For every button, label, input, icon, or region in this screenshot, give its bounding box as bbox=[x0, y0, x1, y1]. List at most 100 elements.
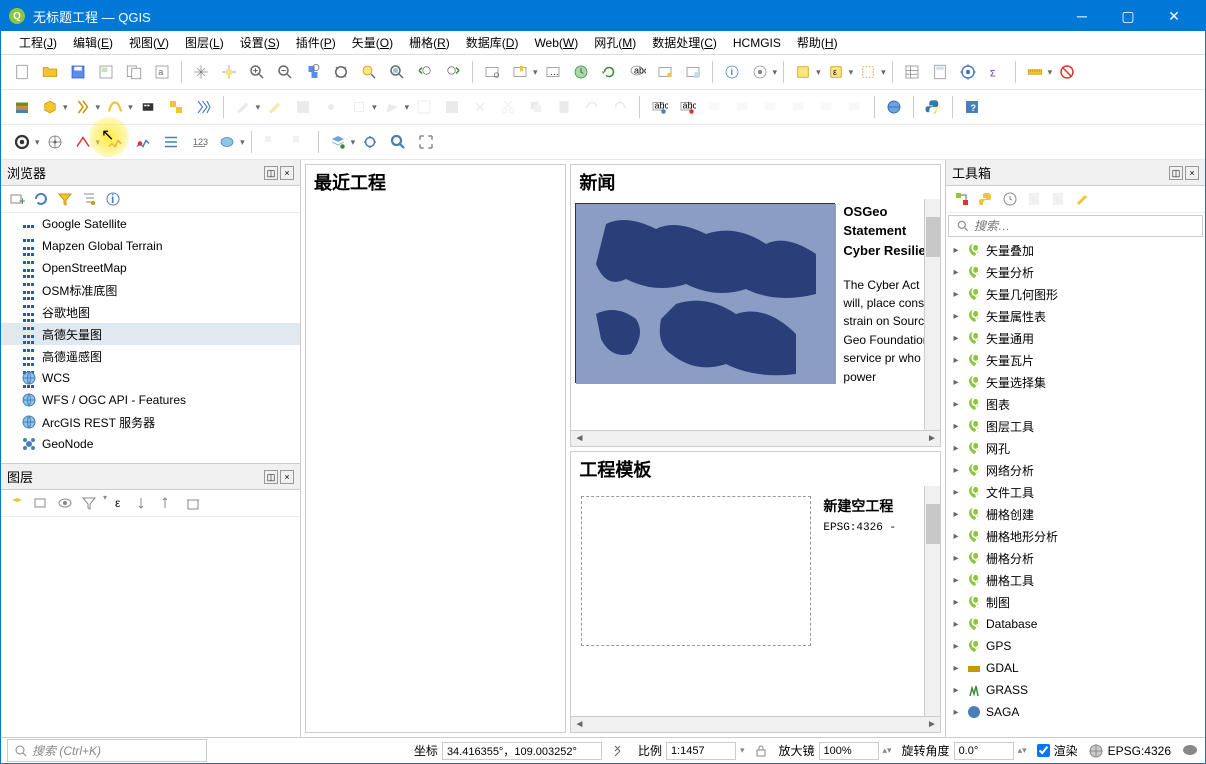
layout-manager-button[interactable] bbox=[121, 59, 147, 85]
new-print-layout-button[interactable] bbox=[93, 59, 119, 85]
delete-selected-button[interactable] bbox=[467, 94, 493, 120]
processing-toolbox-button[interactable] bbox=[955, 59, 981, 85]
rotate-label-button[interactable] bbox=[814, 94, 840, 120]
toolbox-item[interactable]: ▸Q图层工具 bbox=[946, 415, 1205, 437]
new-bookmark-button[interactable] bbox=[507, 59, 533, 85]
toolbox-undock-button[interactable]: ◫ bbox=[1169, 166, 1183, 180]
toolbox-item[interactable]: ▸Q网络分析 bbox=[946, 459, 1205, 481]
offset-button[interactable] bbox=[158, 129, 184, 155]
identify-button[interactable]: i bbox=[719, 59, 745, 85]
undo-button[interactable] bbox=[579, 94, 605, 120]
menu-插件p[interactable]: 插件(P) bbox=[288, 31, 344, 54]
toolbox-model-icon[interactable] bbox=[952, 189, 972, 209]
no-action-button[interactable] bbox=[1054, 59, 1080, 85]
browser-item[interactable]: ArcGIS REST 服务器 bbox=[1, 411, 300, 433]
filter-browser-icon[interactable] bbox=[55, 189, 75, 209]
toolbox-item[interactable]: ▸GRASS bbox=[946, 679, 1205, 701]
templates-scrollbar[interactable] bbox=[924, 486, 940, 717]
current-edits-button[interactable] bbox=[230, 94, 256, 120]
collapse-all-icon[interactable] bbox=[79, 189, 99, 209]
menu-矢量o[interactable]: 矢量(O) bbox=[344, 31, 401, 54]
deselect-button[interactable] bbox=[855, 59, 881, 85]
digitize-shape-button[interactable] bbox=[9, 129, 35, 155]
attribute-table-button[interactable] bbox=[899, 59, 925, 85]
toolbox-tree[interactable]: ▸Q矢量叠加▸Q矢量分析▸Q矢量几何图形▸Q矢量属性表▸Q矢量通用▸Q矢量瓦片▸… bbox=[946, 239, 1205, 737]
measure-line-button[interactable]: 123 bbox=[186, 129, 212, 155]
toolbox-item[interactable]: ▸Q文件工具 bbox=[946, 481, 1205, 503]
menu-数据库d[interactable]: 数据库(D) bbox=[458, 31, 527, 54]
filter-legend-icon[interactable] bbox=[79, 493, 99, 513]
toolbox-close-button[interactable]: × bbox=[1185, 166, 1199, 180]
new-map-view-button[interactable] bbox=[479, 59, 505, 85]
minimize-button[interactable]: ─ bbox=[1059, 1, 1105, 31]
magnifier-input[interactable] bbox=[819, 742, 879, 760]
browser-item[interactable]: Google Satellite bbox=[1, 213, 300, 235]
toolbox-results-icon[interactable] bbox=[1024, 189, 1044, 209]
show-bookmarks-button[interactable] bbox=[680, 59, 706, 85]
save-button[interactable] bbox=[65, 59, 91, 85]
manage-visibility-icon[interactable] bbox=[55, 493, 75, 513]
new-shapefile-button[interactable] bbox=[70, 94, 96, 120]
menu-编辑e[interactable]: 编辑(E) bbox=[65, 31, 121, 54]
new-virtual-layer-button[interactable] bbox=[163, 94, 189, 120]
browser-item[interactable]: WCS bbox=[1, 367, 300, 389]
temporal-button[interactable] bbox=[568, 59, 594, 85]
zoom-in-button[interactable] bbox=[244, 59, 270, 85]
action-button[interactable] bbox=[747, 59, 773, 85]
zoom-last-button[interactable] bbox=[412, 59, 438, 85]
toolbox-item[interactable]: ▸Q矢量属性表 bbox=[946, 305, 1205, 327]
template-new-title[interactable]: 新建空工程 bbox=[817, 490, 902, 522]
toolbox-item[interactable]: ▸Q矢量分析 bbox=[946, 261, 1205, 283]
select-by-value-button[interactable]: ε bbox=[823, 59, 849, 85]
toolbox-options-icon[interactable] bbox=[1048, 189, 1068, 209]
toolbox-item[interactable]: ▸Q矢量选择集 bbox=[946, 371, 1205, 393]
expression-filter-icon[interactable]: ε bbox=[111, 493, 131, 513]
news-scroll-h[interactable]: ◄► bbox=[571, 430, 940, 446]
toggle-editing-button[interactable] bbox=[262, 94, 288, 120]
layers-tree[interactable] bbox=[1, 517, 300, 737]
browser-item[interactable]: 高德遥感图 bbox=[1, 345, 300, 367]
bookmarks-button[interactable]: … bbox=[540, 59, 566, 85]
toolbox-item[interactable]: ▸Q图表 bbox=[946, 393, 1205, 415]
layer-style-icon[interactable] bbox=[7, 493, 27, 513]
toolbox-item[interactable]: ▸Q栅格工具 bbox=[946, 569, 1205, 591]
menu-工程j[interactable]: 工程(J) bbox=[11, 31, 65, 54]
toolbox-item[interactable]: ▸Q栅格创建 bbox=[946, 503, 1205, 525]
lock-icon[interactable] bbox=[754, 744, 768, 758]
move-label-button[interactable] bbox=[786, 94, 812, 120]
menu-视图v[interactable]: 视图(V) bbox=[121, 31, 177, 54]
browser-item[interactable]: 高德矢量图 bbox=[1, 323, 300, 345]
vertex-tool-button[interactable] bbox=[411, 94, 437, 120]
close-button[interactable]: ✕ bbox=[1151, 1, 1197, 31]
expand-all-icon[interactable] bbox=[135, 493, 155, 513]
topology-button[interactable] bbox=[258, 129, 284, 155]
copy-button[interactable] bbox=[523, 94, 549, 120]
toolbox-item[interactable]: ▸Q栅格地形分析 bbox=[946, 525, 1205, 547]
new-mesh-button[interactable] bbox=[191, 94, 217, 120]
add-feature-button[interactable] bbox=[318, 94, 344, 120]
zoom-native-button[interactable] bbox=[300, 59, 326, 85]
rotation-input[interactable] bbox=[954, 742, 1014, 760]
change-label-button[interactable] bbox=[842, 94, 868, 120]
zoom-full-button[interactable] bbox=[328, 59, 354, 85]
remove-layer-icon[interactable] bbox=[183, 493, 203, 513]
toolbox-item[interactable]: ▸Q网孔 bbox=[946, 437, 1205, 459]
toolbox-item[interactable]: ▸QDatabase bbox=[946, 613, 1205, 635]
crs-button[interactable]: EPSG:4326 bbox=[1088, 743, 1171, 759]
metasearch-button[interactable] bbox=[881, 94, 907, 120]
toolbox-item[interactable]: ▸GDAL bbox=[946, 657, 1205, 679]
collapse-all-layers-icon[interactable] bbox=[159, 493, 179, 513]
open-project-button[interactable] bbox=[37, 59, 63, 85]
trace-button[interactable] bbox=[70, 129, 96, 155]
locator-search[interactable]: 搜索 (Ctrl+K) bbox=[7, 739, 207, 762]
cut-button[interactable] bbox=[495, 94, 521, 120]
browser-item[interactable]: Mapzen Global Terrain bbox=[1, 235, 300, 257]
zoom-out-button[interactable] bbox=[272, 59, 298, 85]
refresh-browser-icon[interactable] bbox=[31, 189, 51, 209]
toolbox-edit-icon[interactable] bbox=[1072, 189, 1092, 209]
menu-栅格r[interactable]: 栅格(R) bbox=[401, 31, 458, 54]
map-tips-button[interactable]: abc bbox=[624, 59, 650, 85]
menu-帮助h[interactable]: 帮助(H) bbox=[789, 31, 846, 54]
zoom-to-layer-button[interactable] bbox=[384, 59, 410, 85]
browser-close-button[interactable]: × bbox=[280, 166, 294, 180]
